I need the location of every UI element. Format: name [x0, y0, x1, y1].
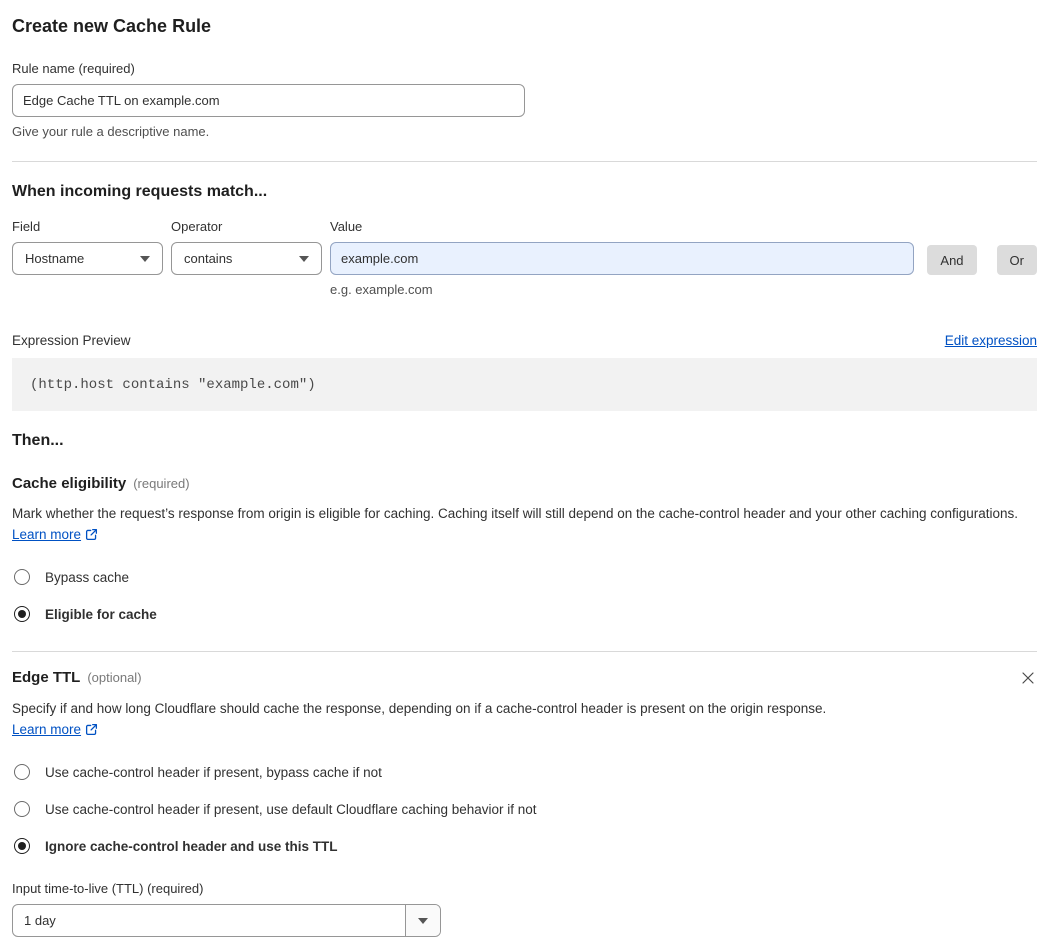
match-heading: When incoming requests match... — [12, 183, 268, 200]
expression-code: (http.host contains "example.com") — [30, 377, 316, 393]
operator-select-value: contains — [184, 251, 233, 266]
cache-eligibility-title: Cache eligibility — [12, 475, 127, 492]
value-column: Value e.g. example.com — [330, 219, 915, 297]
radio-option-eligible-for-cache[interactable]: Eligible for cache — [12, 606, 1037, 622]
ttl-select[interactable]: 1 day — [12, 904, 441, 937]
field-column: Field Hostname — [12, 219, 163, 275]
ttl-label: Input time-to-live (TTL) (required) — [12, 881, 204, 896]
ttl-select-value: 1 day — [24, 913, 56, 928]
edge-ttl-qualifier: (optional) — [87, 670, 142, 685]
rule-name-input[interactable] — [12, 84, 525, 117]
cache-eligibility-header: Cache eligibility (required) — [12, 475, 1037, 492]
external-link-icon — [85, 526, 98, 547]
rule-name-helper: Give your rule a descriptive name. — [12, 124, 210, 139]
value-helper: e.g. example.com — [330, 282, 433, 297]
cache-eligibility-description: Mark whether the request’s response from… — [12, 503, 1037, 547]
cache-eligibility-qualifier: (required) — [133, 476, 190, 491]
operator-select[interactable]: contains — [171, 242, 322, 275]
edit-expression-link[interactable]: Edit expression — [945, 333, 1037, 348]
create-cache-rule-form: Create new Cache Rule Rule name (require… — [0, 0, 1058, 948]
radio-button[interactable] — [14, 801, 30, 817]
learn-more-link[interactable]: Learn more — [12, 722, 81, 737]
edge-ttl-description: Specify if and how long Cloudflare shoul… — [12, 698, 852, 742]
value-label: Value — [330, 219, 363, 234]
page-title: Create new Cache Rule — [12, 16, 212, 36]
expression-code-block: (http.host contains "example.com") — [12, 358, 1037, 411]
or-button[interactable]: Or — [996, 245, 1037, 275]
edge-ttl-title: Edge TTL — [12, 669, 81, 686]
operator-label: Operator — [171, 219, 223, 234]
expression-preview-label: Expression Preview — [12, 333, 131, 348]
match-condition-row: Field Hostname Operator contains Value e… — [12, 219, 1037, 297]
value-input[interactable] — [330, 242, 915, 275]
learn-more-link[interactable]: Learn more — [12, 527, 81, 542]
radio-option-use-header-bypass[interactable]: Use cache-control header if present, byp… — [12, 764, 1037, 780]
radio-option-use-header-default[interactable]: Use cache-control header if present, use… — [12, 801, 1037, 817]
close-edge-ttl-button[interactable] — [1019, 669, 1037, 687]
edge-ttl-header: Edge TTL (optional) — [12, 669, 1037, 687]
operator-column: Operator contains — [171, 219, 322, 275]
chevron-down-icon — [299, 255, 309, 262]
section-divider — [12, 161, 1037, 162]
close-icon — [1022, 672, 1034, 684]
radio-button-selected[interactable] — [14, 606, 30, 622]
rule-name-label: Rule name (required) — [12, 61, 135, 76]
field-label: Field — [12, 219, 41, 234]
radio-button[interactable] — [14, 764, 30, 780]
radio-button[interactable] — [14, 569, 30, 585]
radio-option-ignore-header-use-ttl[interactable]: Ignore cache-control header and use this… — [12, 838, 1037, 854]
field-select-value: Hostname — [25, 251, 85, 266]
chevron-down-icon — [418, 917, 428, 924]
radio-button-selected[interactable] — [14, 838, 30, 854]
expression-preview-row: Expression Preview Edit expression — [12, 333, 1037, 348]
external-link-icon — [85, 721, 98, 742]
field-select[interactable]: Hostname — [12, 242, 163, 275]
section-divider — [12, 651, 1037, 652]
radio-option-bypass-cache[interactable]: Bypass cache — [12, 569, 1037, 585]
chevron-down-icon — [140, 255, 150, 262]
then-heading: Then... — [12, 432, 64, 449]
ttl-dropdown-button[interactable] — [405, 905, 440, 936]
and-button[interactable]: And — [927, 245, 977, 275]
